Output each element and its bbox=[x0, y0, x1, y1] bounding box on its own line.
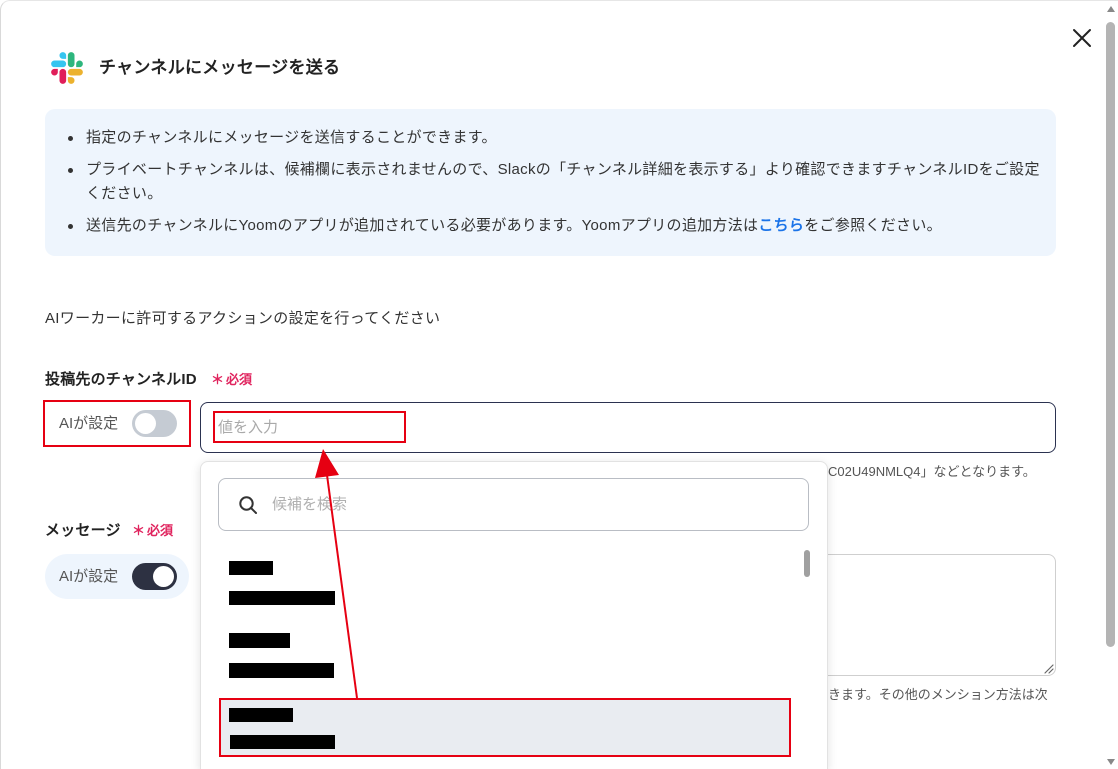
toggle-knob bbox=[135, 413, 156, 434]
dropdown-option[interactable] bbox=[220, 552, 789, 609]
dropdown-option-highlighted[interactable] bbox=[220, 699, 789, 756]
scroll-up-arrow-icon[interactable] bbox=[1106, 5, 1116, 13]
required-label: 必須 bbox=[226, 372, 253, 387]
help-link[interactable]: こちら bbox=[758, 217, 804, 234]
search-icon bbox=[239, 496, 257, 514]
close-icon bbox=[1073, 29, 1091, 47]
channel-field-label: 投稿先のチャンネルID bbox=[45, 371, 197, 388]
scroll-down-arrow-icon[interactable] bbox=[1106, 758, 1116, 766]
info-text: をご参照ください。 bbox=[804, 217, 942, 234]
dropdown-option[interactable] bbox=[220, 624, 789, 681]
required-asterisk: ＊ bbox=[132, 523, 146, 538]
channel-ai-toggle[interactable]: AIが設定 bbox=[45, 401, 189, 446]
page-scrollbar-thumb[interactable] bbox=[1106, 22, 1115, 647]
ai-toggle-label: AIが設定 bbox=[59, 415, 119, 432]
message-field-label: メッセージ bbox=[45, 522, 121, 539]
redacted-text bbox=[229, 708, 293, 722]
page-scrollbar[interactable] bbox=[1103, 1, 1118, 769]
channel-id-input[interactable] bbox=[200, 402, 1056, 453]
info-box: 指定のチャンネルにメッセージを送信することができます。 プライベートチャンネルは… bbox=[45, 109, 1056, 256]
message-ai-toggle[interactable]: AIが設定 bbox=[45, 554, 189, 599]
dropdown-search-input[interactable] bbox=[219, 479, 808, 530]
toggle-knob bbox=[153, 566, 174, 587]
info-list: 指定のチャンネルにメッセージを送信することができます。 プライベートチャンネルは… bbox=[45, 109, 1056, 238]
redacted-text bbox=[229, 561, 273, 575]
message-helper-text: きます。その他のメンション方法は次 bbox=[828, 687, 1048, 702]
ai-toggle-label: AIが設定 bbox=[59, 568, 119, 585]
info-item: プライベートチャンネルは、候補欄に表示されませんので、Slackの「チャンネル詳… bbox=[68, 158, 1041, 206]
required-badge: ＊必須 bbox=[132, 519, 173, 543]
resize-grip-icon[interactable] bbox=[1042, 662, 1054, 674]
channel-helper-text: C02U49NMLQ4」などとなります。 bbox=[828, 464, 1036, 479]
redacted-text bbox=[230, 735, 335, 749]
redacted-text bbox=[229, 591, 335, 605]
required-asterisk: ＊ bbox=[211, 372, 225, 387]
slack-logo-icon bbox=[51, 52, 83, 84]
info-item: 指定のチャンネルにメッセージを送信することができます。 bbox=[68, 126, 1041, 150]
dialog: チャンネルにメッセージを送る 指定のチャンネルにメッセージを送信することができま… bbox=[0, 0, 1118, 769]
dropdown-search[interactable] bbox=[218, 478, 809, 531]
required-badge: ＊必須 bbox=[211, 368, 252, 392]
required-label: 必須 bbox=[147, 523, 174, 538]
ai-toggle-switch[interactable] bbox=[132, 563, 177, 590]
info-item: 送信先のチャンネルにYoomのアプリが追加されている必要があります。Yoomアプ… bbox=[68, 214, 1041, 238]
info-text: 送信先のチャンネルにYoomのアプリが追加されている必要があります。Yoomアプ… bbox=[86, 217, 759, 234]
ai-toggle-switch[interactable] bbox=[132, 410, 177, 437]
dropdown-scrollbar-thumb[interactable] bbox=[804, 550, 810, 577]
close-button[interactable] bbox=[1071, 27, 1093, 49]
section-intro: AIワーカーに許可するアクションの設定を行ってください bbox=[45, 310, 441, 327]
channel-dropdown bbox=[200, 461, 828, 769]
redacted-text bbox=[229, 633, 290, 648]
dialog-title: チャンネルにメッセージを送る bbox=[99, 58, 341, 77]
redacted-text bbox=[229, 663, 334, 678]
